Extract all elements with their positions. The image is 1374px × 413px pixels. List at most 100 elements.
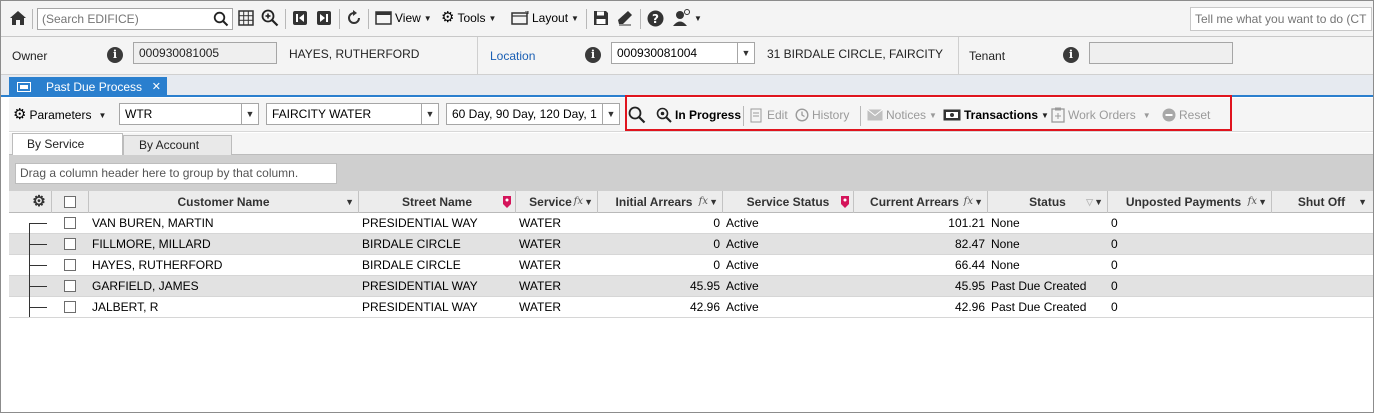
column-header-service[interactable]: Service fx ▼	[516, 191, 598, 213]
table-row[interactable]: GARFIELD, JAMES PRESIDENTIAL WAY WATER 45.9…	[9, 276, 1373, 297]
tab-past-due-process[interactable]: Past Due Process ✕	[9, 77, 167, 97]
chevron-down-icon[interactable]: ▼	[421, 104, 438, 124]
cell-unposted-payments: 0	[1111, 258, 1118, 272]
cell-service: WATER	[519, 237, 561, 251]
app-window: View ▼ ⚙ Tools ▼ Layout ▼ ? ▼	[0, 0, 1374, 413]
location-info-icon[interactable]: i	[585, 47, 601, 63]
filter-icon[interactable]: ▼	[1094, 191, 1103, 213]
cell-shut-off	[1272, 255, 1371, 276]
close-icon[interactable]: ✕	[152, 77, 161, 97]
row-checkbox[interactable]	[64, 217, 76, 229]
parameters-button[interactable]: ⚙ Parameters ▼	[13, 98, 106, 132]
gear-icon: ⚙	[13, 106, 27, 123]
home-icon[interactable]	[9, 1, 27, 35]
chevron-down-icon[interactable]: ▼	[602, 104, 619, 124]
highlight-box	[625, 95, 1232, 131]
formula-icon[interactable]: fx	[964, 191, 973, 213]
zoom-in-icon[interactable]	[261, 1, 279, 35]
assistant-icon[interactable]: ▼	[671, 1, 702, 35]
tenant-field[interactable]	[1089, 42, 1233, 64]
view-menu[interactable]: View ▼	[375, 1, 432, 35]
formula-icon[interactable]: fx	[1248, 191, 1257, 213]
sort-icon[interactable]: ▽	[1086, 191, 1093, 213]
chevron-down-icon[interactable]: ▼	[737, 43, 754, 63]
refresh-icon[interactable]	[346, 1, 362, 35]
table-row[interactable]: JALBERT, R PRESIDENTIAL WAY WATER 42.96 Acti…	[9, 297, 1373, 318]
cell-service: WATER	[519, 258, 561, 272]
column-header-service-status[interactable]: Service Status	[723, 191, 854, 213]
filter-icon[interactable]: ▼	[1258, 191, 1267, 213]
tab-label: Past Due Process	[46, 80, 143, 94]
owner-id-field[interactable]: 000930081005	[133, 42, 277, 64]
aging-value: 60 Day, 90 Day, 120 Day, 1	[452, 107, 597, 121]
cell-shut-off	[1272, 234, 1371, 255]
cell-status: None	[991, 258, 1020, 272]
chevron-down-icon: ▼	[488, 13, 497, 23]
tools-menu[interactable]: ⚙ Tools ▼	[441, 1, 496, 35]
save-icon[interactable]	[593, 1, 609, 35]
tree-connector	[29, 223, 30, 317]
aging-select[interactable]: 60 Day, 90 Day, 120 Day, 1 ▼	[446, 103, 620, 125]
column-header-status[interactable]: Status ▽ ▼	[988, 191, 1108, 213]
cell-service: WATER	[519, 279, 561, 293]
cell-service-status: Active	[726, 279, 759, 293]
tenant-info-icon[interactable]: i	[1063, 47, 1079, 63]
cell-service: WATER	[519, 300, 561, 314]
column-header-current-arrears[interactable]: Current Arrears fx ▼	[854, 191, 988, 213]
filter-icon[interactable]: ▼	[709, 191, 718, 213]
formula-icon[interactable]: fx	[699, 191, 708, 213]
cell-customer-name: VAN BUREN, MARTIN	[92, 216, 214, 230]
filter-icon[interactable]: ▼	[1358, 191, 1367, 213]
tab-by-service[interactable]: By Service	[12, 133, 123, 156]
location-address: 31 BIRDALE CIRCLE, FAIRCITY	[767, 47, 944, 61]
filter-icon[interactable]: ▼	[345, 191, 354, 213]
cell-current-arrears: 42.96	[954, 300, 985, 314]
table-row[interactable]: FILLMORE, MILLARD BIRDALE CIRCLE WATER 0 Act…	[9, 234, 1373, 255]
location-link[interactable]: Location	[490, 49, 535, 63]
row-checkbox[interactable]	[64, 280, 76, 292]
cell-customer-name: JALBERT, R	[92, 300, 159, 314]
column-header-street-name[interactable]: Street Name	[359, 191, 516, 213]
column-header-customer-name[interactable]: Customer Name ▼	[89, 191, 359, 213]
cell-service: WATER	[519, 216, 561, 230]
row-checkbox[interactable]	[64, 259, 76, 271]
tell-me-box[interactable]	[1190, 7, 1372, 31]
tree-connector	[29, 223, 47, 224]
column-header-initial-arrears[interactable]: Initial Arrears fx ▼	[598, 191, 723, 213]
help-icon[interactable]: ?	[647, 1, 664, 35]
table-row[interactable]: VAN BUREN, MARTIN PRESIDENTIAL WAY WATER 0 A…	[9, 213, 1373, 234]
column-header-shut-off[interactable]: Shut Off ▼	[1272, 191, 1371, 213]
first-record-icon[interactable]	[292, 1, 308, 35]
group-by-area[interactable]: Drag a column header here to group by th…	[9, 155, 1373, 191]
row-checkbox[interactable]	[64, 301, 76, 313]
formula-icon[interactable]: fx	[574, 191, 583, 213]
location-id-select[interactable]: 000930081004 ▼	[611, 42, 755, 64]
group-by-hint: Drag a column header here to group by th…	[15, 163, 337, 184]
eraser-icon[interactable]	[617, 1, 633, 35]
select-all-checkbox[interactable]	[64, 196, 76, 208]
last-record-icon[interactable]	[316, 1, 332, 35]
cell-status: None	[991, 237, 1020, 251]
account-info-bar: Owner i 000930081005 HAYES, RUTHERFORD L…	[1, 37, 1373, 75]
search-input[interactable]	[38, 9, 210, 29]
search-icon[interactable]	[213, 11, 229, 27]
filter-icon[interactable]: ▼	[974, 191, 983, 213]
location-id-value: 000930081004	[617, 46, 698, 60]
owner-info-icon[interactable]: i	[107, 47, 123, 63]
grid-view-icon[interactable]	[238, 1, 254, 35]
table-row[interactable]: HAYES, RUTHERFORD BIRDALE CIRCLE WATER 0 Act…	[9, 255, 1373, 276]
tell-me-input[interactable]	[1191, 8, 1371, 30]
filter-icon[interactable]: ▼	[584, 191, 593, 213]
column-chooser-button[interactable]: ⚙	[27, 191, 52, 213]
search-box[interactable]	[37, 8, 233, 30]
utility-select[interactable]: FAIRCITY WATER ▼	[266, 103, 439, 125]
row-checkbox[interactable]	[64, 238, 76, 250]
layout-menu[interactable]: Layout ▼	[511, 1, 579, 35]
service-code-select[interactable]: WTR ▼	[119, 103, 259, 125]
main-toolbar: View ▼ ⚙ Tools ▼ Layout ▼ ? ▼	[1, 1, 1373, 37]
cell-initial-arrears: 0	[713, 258, 720, 272]
tab-by-account[interactable]: By Account	[123, 135, 232, 155]
cell-customer-name: HAYES, RUTHERFORD	[92, 258, 223, 272]
chevron-down-icon[interactable]: ▼	[241, 104, 258, 124]
column-header-unposted-payments[interactable]: Unposted Payments fx ▼	[1108, 191, 1272, 213]
